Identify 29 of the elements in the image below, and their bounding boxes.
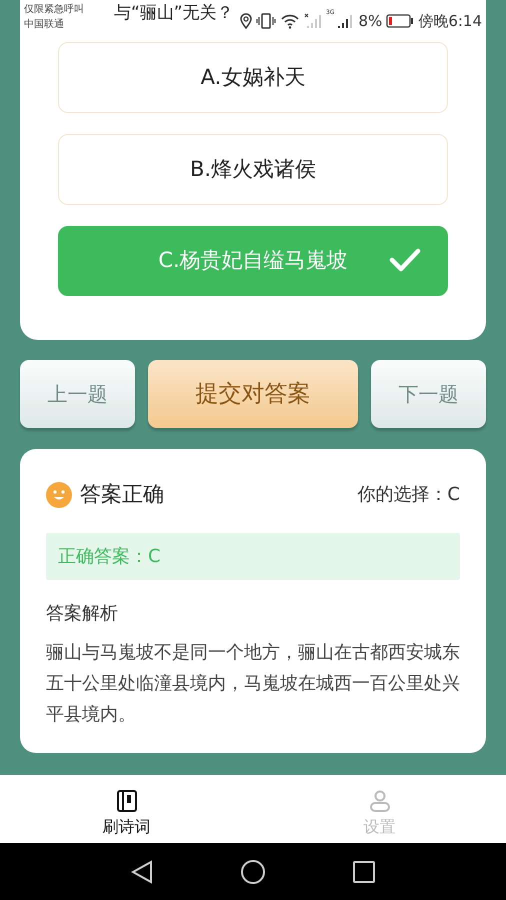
home-icon[interactable]: [241, 860, 265, 884]
signal-icon: [304, 13, 322, 29]
checkmark-icon: [389, 247, 421, 273]
recents-icon[interactable]: [353, 860, 375, 882]
result-title: 答案正确: [80, 481, 164, 508]
nav-tab[interactable]: 刷诗词: [0, 775, 253, 843]
back-icon[interactable]: [131, 860, 153, 884]
clock-time: 傍晚6:14: [418, 10, 482, 32]
answer-option[interactable]: C.杨贵妃自缢马嵬坡: [58, 226, 448, 296]
correct-answer-banner: 正确答案：C: [46, 532, 460, 580]
wifi-icon: [280, 13, 300, 29]
previous-button[interactable]: 上一题: [20, 360, 135, 428]
question-text: 与“骊山”无关？: [114, 3, 234, 23]
analysis-title: 答案解析: [46, 602, 119, 626]
your-choice-text: 你的选择：C: [357, 483, 460, 508]
vibrate-icon: [256, 13, 276, 29]
battery-percent: 8%: [358, 10, 382, 32]
smiley-icon: [46, 482, 72, 508]
carrier-name: 中国联通: [24, 18, 65, 32]
book-icon: [114, 789, 138, 813]
person-icon: [368, 789, 392, 813]
answer-option[interactable]: B.烽火戏诸侯: [58, 134, 448, 205]
next-button[interactable]: 下一题: [371, 360, 486, 428]
status-text: 仅限紧急呼叫: [24, 2, 84, 17]
battery-icon: [386, 14, 414, 28]
location-icon: [240, 13, 252, 29]
answer-option[interactable]: A.女娲补天: [58, 42, 448, 113]
submit-button[interactable]: 提交对答案: [148, 360, 358, 428]
analysis-text: 骊山与马嵬坡不是同一个地方，骊山在古都西安城东五十公里处临潼县境内，马嵬坡在城西一百公里处兴平县境内。: [46, 640, 460, 726]
